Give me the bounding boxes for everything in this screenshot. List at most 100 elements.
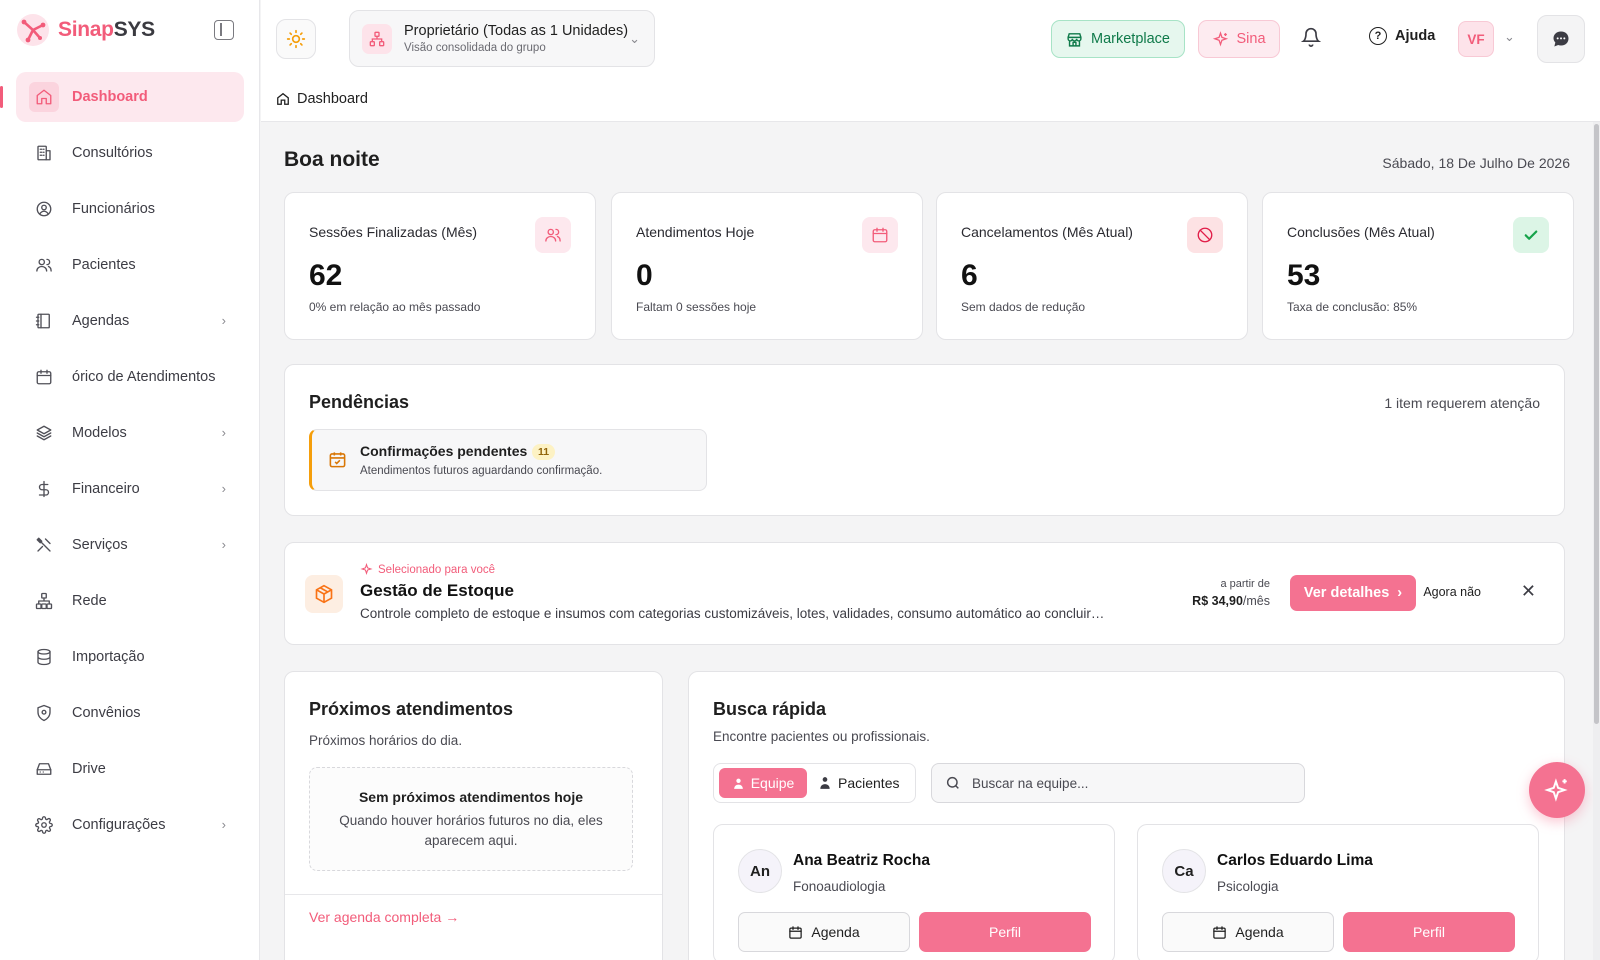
professional-specialty: Psicologia: [1217, 879, 1279, 894]
profile-button[interactable]: Perfil: [919, 912, 1091, 952]
price-label: a partir de: [1220, 578, 1270, 590]
search-input[interactable]: [972, 764, 1292, 802]
marketplace-button[interactable]: Marketplace: [1051, 20, 1185, 58]
agenda-button[interactable]: Agenda: [738, 912, 910, 952]
sidebar-item-user-circle[interactable]: Funcionários: [16, 184, 244, 234]
help-button[interactable]: ? Ajuda: [1369, 27, 1435, 45]
breadcrumb: Dashboard: [261, 78, 1600, 122]
theme-toggle-button[interactable]: [276, 19, 316, 59]
network-icon: [362, 24, 392, 54]
user-avatar[interactable]: VF: [1458, 21, 1494, 57]
unit-selector[interactable]: Proprietário (Todas as 1 Unidades) Visão…: [349, 10, 655, 67]
empty-state: Sem próximos atendimentos hoje Quando ho…: [309, 767, 633, 871]
stat-value: 6: [961, 259, 978, 292]
network-icon: [34, 591, 54, 611]
sidebar-item-label: órico de Atendimentos: [72, 369, 216, 385]
pending-item-title: Confirmações pendentes: [360, 443, 528, 459]
tab-patients[interactable]: Pacientes: [818, 768, 899, 798]
sidebar-item-building[interactable]: Consultórios: [16, 128, 244, 178]
ban-icon: [1187, 217, 1223, 253]
patient-icon: [820, 777, 830, 789]
agenda-label: Agenda: [811, 924, 860, 940]
chat-button[interactable]: [1537, 15, 1585, 63]
drive-icon: [34, 759, 54, 779]
scrollbar-thumb[interactable]: [1594, 124, 1599, 724]
sidebar-item-dollar[interactable]: Financeiro ›: [16, 464, 244, 514]
search-icon: [946, 776, 959, 789]
sparkle-icon: [360, 563, 373, 576]
sidebar-item-label: Drive: [72, 761, 106, 777]
promo-tag: Selecionado para você: [360, 563, 495, 576]
unit-subtitle: Visão consolidada do grupo: [404, 42, 546, 54]
collapse-sidebar-icon[interactable]: [214, 20, 234, 40]
bell-icon[interactable]: [1301, 27, 1323, 49]
agenda-label: Agenda: [1235, 924, 1284, 940]
promo-price: R$ 34,90/mês: [1192, 594, 1270, 608]
stat-label: Conclusões (Mês Atual): [1287, 224, 1435, 240]
assistant-fab-button[interactable]: [1529, 762, 1585, 818]
sina-label: Sina: [1236, 31, 1266, 47]
sparkle-icon: [1213, 30, 1229, 46]
stat-value: 0: [636, 259, 653, 292]
chat-icon: [1553, 31, 1569, 47]
pendencias-title: Pendências: [309, 392, 410, 412]
gear-icon: [34, 815, 54, 835]
upcoming-title: Próximos atendimentos: [309, 699, 514, 719]
scrollbar[interactable]: [1593, 122, 1600, 960]
sidebar-item-shield[interactable]: Convênios: [16, 688, 244, 738]
sidebar-item-tools[interactable]: Serviços ›: [16, 520, 244, 570]
pending-count-badge: 11: [532, 444, 556, 460]
package-icon: [305, 575, 343, 613]
stat-subtext: Taxa de conclusão: 85%: [1287, 300, 1418, 314]
agenda-button[interactable]: Agenda: [1162, 912, 1334, 952]
dollar-icon: [34, 479, 54, 499]
users-icon: [34, 255, 54, 275]
brand-logo[interactable]: SinapSYS: [16, 12, 155, 48]
sidebar-item-database[interactable]: Importação: [16, 632, 244, 682]
sidebar-item-label: Convênios: [72, 705, 141, 721]
sidebar-item-home[interactable]: Dashboard: [0, 72, 244, 122]
page-title: Boa noite: [284, 148, 380, 171]
avatar: An: [738, 849, 782, 893]
search-scope-toggle: Equipe Pacientes: [713, 763, 916, 803]
stat-subtext: Sem dados de redução: [961, 300, 1086, 314]
empty-title: Sem próximos atendimentos hoje: [358, 789, 584, 805]
sidebar-item-gear[interactable]: Configurações ›: [16, 800, 244, 850]
professional-specialty: Fonoaudiologia: [793, 879, 886, 894]
stat-subtext: Faltam 0 sessões hoje: [636, 300, 757, 314]
sidebar-item-users[interactable]: Pacientes: [16, 240, 244, 290]
sidebar-item-label: Agendas: [72, 313, 130, 329]
breadcrumb-item[interactable]: Dashboard: [276, 91, 368, 107]
sina-button[interactable]: Sina: [1198, 20, 1280, 58]
tab-team[interactable]: Equipe: [719, 768, 807, 798]
sun-icon: [286, 29, 306, 49]
users-icon: [535, 217, 571, 253]
help-label: Ajuda: [1395, 28, 1436, 44]
profile-button[interactable]: Perfil: [1343, 912, 1515, 952]
sidebar-item-label: Modelos: [72, 425, 127, 441]
sidebar-item-layers[interactable]: Modelos ›: [16, 408, 244, 458]
layers-icon: [34, 423, 54, 443]
brand-name: SinapSYS: [58, 18, 155, 41]
dismiss-button[interactable]: Agora não: [1423, 585, 1481, 599]
pendencias-card: Pendências 1 item requerem atenção Confi…: [284, 364, 1565, 516]
pending-confirmations-item[interactable]: Confirmações pendentes 11 Atendimentos f…: [309, 429, 707, 491]
book-icon: [34, 311, 54, 331]
home-icon: [29, 82, 59, 112]
view-details-button[interactable]: Ver detalhes ›: [1290, 575, 1416, 611]
arrow-right-icon: →: [445, 909, 460, 925]
full-agenda-link[interactable]: Ver agenda completa →: [309, 909, 459, 925]
sidebar-item-book[interactable]: Agendas ›: [16, 296, 244, 346]
professional-name: Ana Beatriz Rocha: [793, 852, 930, 869]
sidebar-item-calendar[interactable]: órico de Atendimentos: [16, 352, 244, 402]
chevron-right-icon: ›: [221, 481, 226, 496]
close-icon[interactable]: ✕: [1521, 581, 1536, 602]
brand-mark-icon: [16, 13, 50, 47]
sidebar-item-network[interactable]: Rede: [16, 576, 244, 626]
chevron-down-icon[interactable]: ⌄: [1504, 29, 1515, 45]
sidebar-item-drive[interactable]: Drive: [16, 744, 244, 794]
professional-card: An Ana Beatriz Rocha Fonoaudiologia Agenda P…: [713, 824, 1115, 960]
pending-item-subtitle: Atendimentos futuros aguardando confirma…: [360, 465, 603, 477]
sidebar-item-label: Pacientes: [72, 257, 136, 273]
sidebar-item-label: Dashboard: [72, 89, 148, 105]
